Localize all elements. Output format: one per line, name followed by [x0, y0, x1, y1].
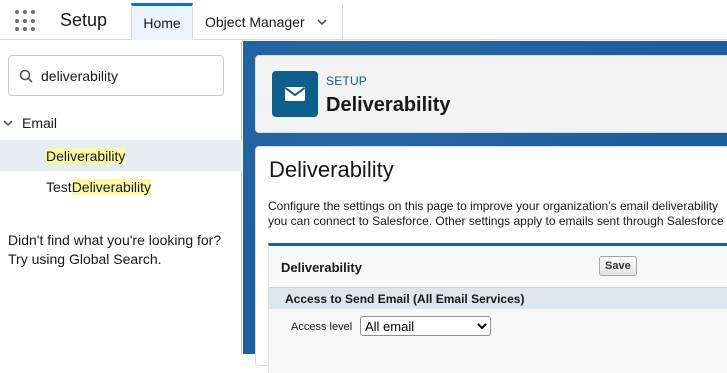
chevron-down-icon[interactable] [317, 17, 327, 27]
app-launcher-icon[interactable] [15, 10, 37, 32]
tree-item-match: Deliverability [46, 147, 126, 164]
description-line1: Configure the settings on this page to i… [268, 199, 719, 213]
no-results-line2: Try using Global Search. [8, 251, 162, 267]
global-header: Setup Home Object Manager [0, 0, 727, 40]
save-button[interactable]: Save [599, 256, 637, 276]
setup-sidebar: Email Deliverability Test Deliverability… [0, 41, 242, 354]
tab-home[interactable]: Home [131, 3, 193, 40]
chevron-down-icon[interactable] [3, 118, 13, 128]
no-results-line1: Didn't find what you're looking for? [8, 232, 222, 248]
subsection-header: Access to Send Email (All Email Services… [269, 287, 727, 309]
tree-item-test-deliverability[interactable]: Test Deliverability [0, 171, 242, 202]
content-title: Deliverability [269, 157, 394, 182]
tab-object-manager-label: Object Manager [205, 13, 305, 30]
tree-node-label: Email [22, 115, 58, 131]
search-icon [19, 69, 33, 83]
quick-find-input[interactable] [41, 67, 211, 84]
tab-home-label: Home [143, 15, 181, 31]
content-description: Configure the settings on this page to i… [268, 199, 727, 229]
page-header-kicker: SETUP [326, 74, 368, 88]
page-title: Deliverability [326, 94, 451, 116]
tree-item-match: Deliverability [71, 178, 152, 195]
main-content-card: Deliverability Configure the settings on… [255, 146, 727, 373]
tree-node-email[interactable]: Email [0, 111, 242, 135]
tree-item-deliverability[interactable]: Deliverability [0, 140, 242, 171]
tree-item-prefix: Test [46, 178, 72, 195]
quick-find-box[interactable] [8, 55, 224, 96]
section-title: Deliverability [281, 260, 362, 275]
no-results-hint: Didn't find what you're looking for? Try… [8, 231, 238, 269]
access-level-select[interactable]: All email [360, 316, 491, 336]
envelope-icon [272, 71, 318, 117]
description-line2: you can connect to Salesforce. Other set… [268, 214, 724, 228]
page-header: SETUP Deliverability [255, 55, 727, 133]
tab-object-manager[interactable]: Object Manager [193, 3, 343, 40]
access-level-label: Access level [291, 321, 353, 333]
app-name: Setup [60, 10, 108, 30]
